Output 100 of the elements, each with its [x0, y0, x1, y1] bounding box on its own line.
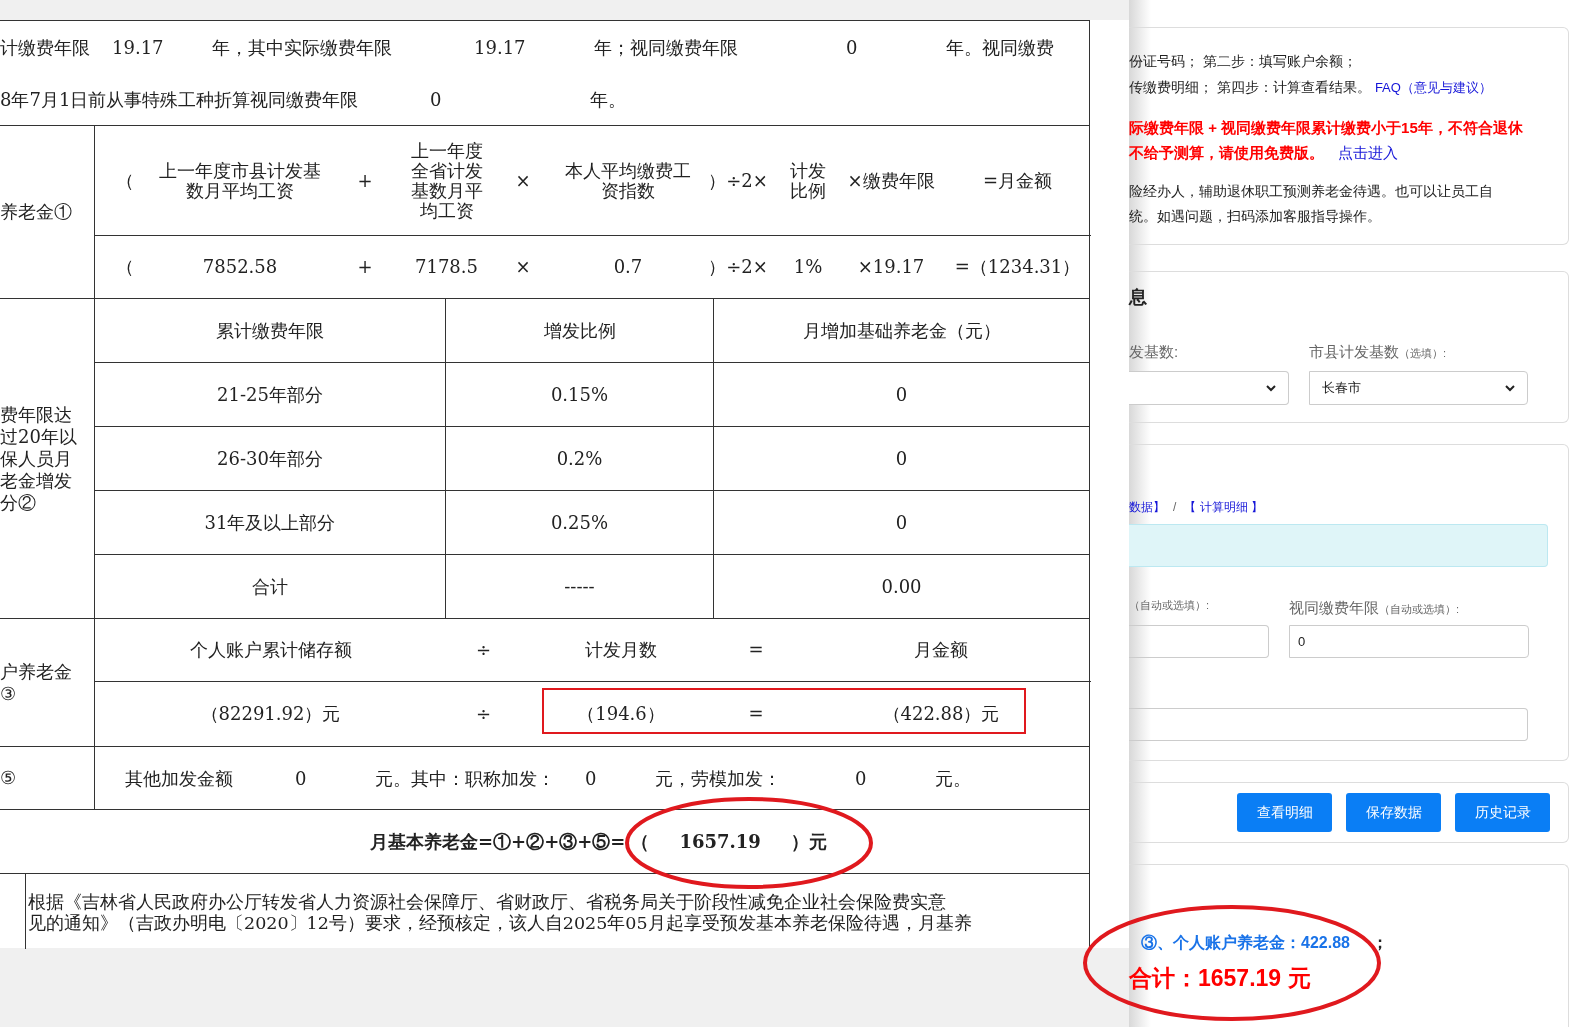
- formula-text: 合计: [252, 576, 288, 597]
- formula-text: ）÷2×: [708, 170, 768, 191]
- report-text: 8年7月1日前从事特殊工种折算视同缴费年限: [0, 88, 359, 110]
- formula-text: 增发比例: [543, 320, 616, 341]
- formula-text: ）÷2×: [708, 257, 768, 277]
- formula-text: +: [357, 170, 373, 191]
- formula-text: +: [357, 257, 373, 277]
- steps-text: 传缴费明细； 第四步：计算查看结果。: [1129, 78, 1371, 97]
- section-label: 养老金①: [0, 201, 72, 222]
- section-label: 户养老金: [0, 660, 72, 682]
- formula-text: 21-25年部分: [217, 384, 323, 405]
- report-text: 0: [846, 36, 858, 58]
- section-label: ⑤: [0, 767, 16, 788]
- section-label: 费年限达: [0, 403, 72, 425]
- action-button[interactable]: 保存数据: [1346, 793, 1441, 832]
- total-bracket: （: [631, 830, 650, 854]
- link-separator: /: [1173, 499, 1177, 516]
- formula-text: =月金额: [982, 170, 1053, 191]
- formula-text: 1%: [793, 257, 823, 277]
- card-heading: 息: [1129, 286, 1148, 309]
- city-select[interactable]: [1129, 371, 1289, 405]
- formula-text: （194.6）: [577, 704, 665, 724]
- chevron-down-icon: [1266, 384, 1276, 392]
- section-label: 过20年以: [0, 425, 77, 447]
- city-select[interactable]: 长春市: [1309, 371, 1528, 405]
- report-text: 19.17: [112, 36, 164, 58]
- total-value: 1657.19: [679, 830, 761, 854]
- formula-text: =: [748, 640, 764, 660]
- formula-text: =: [748, 704, 764, 724]
- formula-text: （82291.92）元: [200, 704, 341, 724]
- formula-text: 计发月数: [585, 640, 657, 660]
- total-formula: 月基本养老金=①+②+③+⑤=: [370, 830, 626, 854]
- field-hint: （自动或选填）:: [1379, 602, 1460, 617]
- formula-text: ×: [515, 257, 531, 277]
- total-pension-text: 合计：1657.19 元: [1129, 964, 1312, 993]
- field-label: 视同缴费年限: [1289, 598, 1379, 618]
- field-hint: （自动或选填）:: [1129, 598, 1210, 613]
- calculation-detail-link[interactable]: 【 计算明细 】: [1184, 498, 1263, 516]
- free-version-link[interactable]: 点击进入: [1338, 140, 1398, 165]
- formula-text: （: [116, 257, 134, 277]
- formula-text: 26-30年部分: [217, 448, 323, 469]
- formula-text: -----: [564, 576, 595, 597]
- warning-text: 际缴费年限 + 视同缴费年限累计缴费小于15年，不符合退休: [1129, 118, 1524, 138]
- formula-text: 0.25%: [550, 512, 609, 533]
- formula-text: 7852.58: [202, 257, 278, 277]
- section-label: 老金增发: [0, 469, 72, 491]
- account-pension-text: ③、个人账户养老金：422.88: [1141, 933, 1350, 953]
- report-text: 元。其中：职称加发：: [375, 767, 555, 789]
- formula-text: 个人账户累计储存额: [189, 640, 352, 660]
- faq-link[interactable]: FAQ（意见与建议）: [1374, 75, 1492, 101]
- report-text: 0: [295, 767, 307, 789]
- formula-text: 7178.5: [415, 257, 478, 277]
- formula-text: 上一年度全省计发基数月平均工资: [409, 140, 484, 221]
- years-input[interactable]: [1129, 625, 1269, 658]
- formula-text: 0.15%: [550, 384, 609, 405]
- formula-text: （: [116, 170, 134, 191]
- formula-text: ×: [515, 170, 531, 191]
- report-text: 0: [585, 767, 597, 789]
- select-value: 长春市: [1322, 379, 1362, 398]
- report-text: 年。: [590, 88, 626, 110]
- formula-text: 31年及以上部分: [204, 512, 336, 533]
- notice-text: 根据《吉林省人民政府办公厅转发省人力资源社会保障厅、省财政厅、省税务局关于阶段性减免企业社会保险费实意: [28, 892, 947, 913]
- section-label: 分②: [0, 491, 36, 513]
- formula-text: ×19.17: [857, 257, 925, 277]
- report-text: 0: [430, 88, 442, 110]
- report-text: 19.17: [474, 36, 526, 58]
- text-input[interactable]: [1129, 708, 1528, 741]
- formula-text: 0: [895, 448, 908, 469]
- warning-text: 不给予测算，请使用免费版。: [1129, 143, 1324, 163]
- report-text: 计缴费年限: [0, 36, 90, 58]
- years-input[interactable]: 0: [1289, 625, 1529, 658]
- formula-text: 累计缴费年限: [216, 320, 324, 341]
- report-text: 0: [855, 767, 867, 789]
- section-label: 保人员月: [0, 447, 72, 469]
- steps-text: 份证号码； 第二步：填写账户余额；: [1129, 52, 1358, 71]
- formula-text: 月增加基础养老金（元）: [802, 320, 1001, 341]
- formula-text: 0.7: [613, 257, 643, 277]
- field-hint: （选填）:: [1399, 346, 1447, 361]
- intro-text: 险经办人，辅助退休职工预测养老金待遇。也可以让员工自 统。如遇问题，扫码添加客服指导操作。: [1129, 182, 1494, 226]
- chevron-down-icon: [1505, 384, 1515, 392]
- notice-text: 见的通知》（吉政办明电〔2020〕12号）要求，经预核定，该人自2025年05月起享受预发基本养老保险待遇，月基养: [28, 913, 973, 934]
- formula-text: ×缴费年限: [847, 170, 935, 191]
- field-label: 市县计发基数: [1309, 342, 1399, 362]
- formula-text: 0: [895, 384, 908, 405]
- formula-text: =（1234.31）: [954, 257, 1081, 277]
- field-label: 发基数:: [1129, 342, 1179, 362]
- action-button[interactable]: 查看明细: [1237, 793, 1332, 832]
- formula-text: 0.2%: [556, 448, 603, 469]
- formula-text: 本人平均缴费工资指数: [564, 160, 692, 201]
- formula-text: ÷: [475, 704, 492, 724]
- formula-text: 0: [895, 512, 908, 533]
- report-text: 元。: [935, 767, 971, 789]
- section-label: ③: [0, 682, 16, 704]
- data-link[interactable]: 数据】: [1129, 498, 1165, 516]
- formula-text: 上一年度市县计发基数月平均工资: [159, 160, 321, 201]
- action-button[interactable]: 历史记录: [1455, 793, 1550, 832]
- formula-text: 计发比例: [789, 160, 827, 201]
- punctuation-text: ；: [1371, 933, 1388, 953]
- formula-text: 0.00: [881, 576, 922, 597]
- report-text: 其他加发金额: [125, 767, 233, 789]
